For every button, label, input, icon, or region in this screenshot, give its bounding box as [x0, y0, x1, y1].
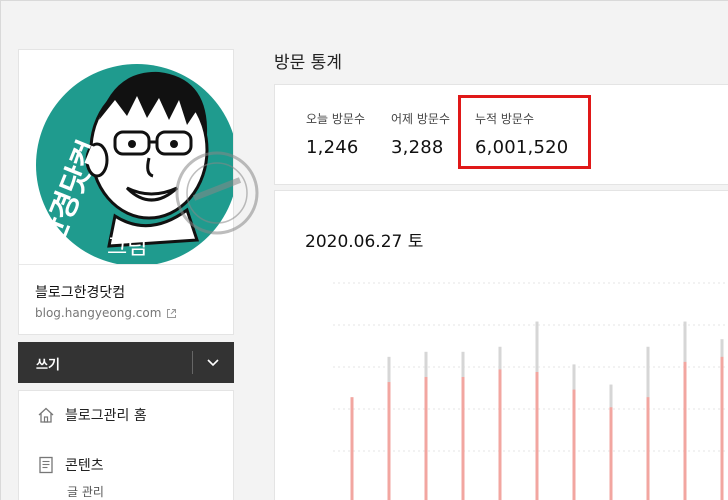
visit-chart [333, 282, 728, 500]
chevron-down-icon[interactable] [202, 352, 224, 372]
sidebar-item-label: 블로그관리 홈 [65, 408, 147, 424]
bar-visits[interactable] [646, 397, 650, 500]
sidebar-menu: 블로그관리 홈 콘텐츠 글 관리 [18, 390, 234, 500]
visit-stats-card: 오늘 방문수 1,246 어제 방문수 3,288 누적 방문수 6,001,5… [274, 84, 728, 185]
bar-visits[interactable] [461, 377, 465, 500]
stat-value: 1,246 [306, 137, 359, 158]
bar-visits[interactable] [350, 397, 354, 500]
blog-name[interactable]: 블로그한경닷컴 [35, 282, 125, 302]
stat-label: 오늘 방문수 [306, 112, 366, 126]
bar-visits[interactable] [498, 369, 502, 500]
blog-url[interactable]: blog.hangyeong.com [35, 306, 177, 320]
bar-visits[interactable] [387, 382, 391, 500]
sidebar-item-label: 콘텐츠 [65, 458, 104, 474]
external-link-icon [167, 308, 177, 318]
page-title: 방문 통계 [274, 53, 342, 73]
highlight-box [458, 95, 591, 169]
watermark-stamp [175, 151, 259, 235]
sidebar-item-contents[interactable]: 콘텐츠 [37, 455, 104, 475]
stat-value: 3,288 [391, 137, 444, 158]
bar-visits[interactable] [535, 371, 539, 500]
bar-visits[interactable] [720, 356, 724, 500]
bar-visits[interactable] [572, 389, 576, 500]
stat-today: 오늘 방문수 1,246 [306, 110, 365, 158]
write-divider [192, 351, 193, 374]
sidebar-subitem-post-management[interactable]: 글 관리 [67, 483, 104, 500]
stat-label: 어제 방문수 [391, 112, 451, 126]
bar-visits[interactable] [683, 361, 687, 500]
bar-visits[interactable] [424, 377, 428, 500]
chart-card: 2020.06.27 토 [274, 190, 728, 500]
write-button[interactable]: 쓰기 [36, 354, 60, 373]
write-bar: 쓰기 [18, 342, 234, 383]
document-icon [39, 456, 53, 474]
blog-url-text: blog.hangyeong.com [35, 306, 162, 320]
sidebar-item-blog-admin-home[interactable]: 블로그관리 홈 [37, 405, 147, 425]
stat-yesterday: 어제 방문수 3,288 [391, 110, 450, 158]
bar-visits[interactable] [609, 407, 613, 500]
home-icon [38, 407, 54, 423]
image-text-bottom: 그림 [107, 234, 147, 259]
